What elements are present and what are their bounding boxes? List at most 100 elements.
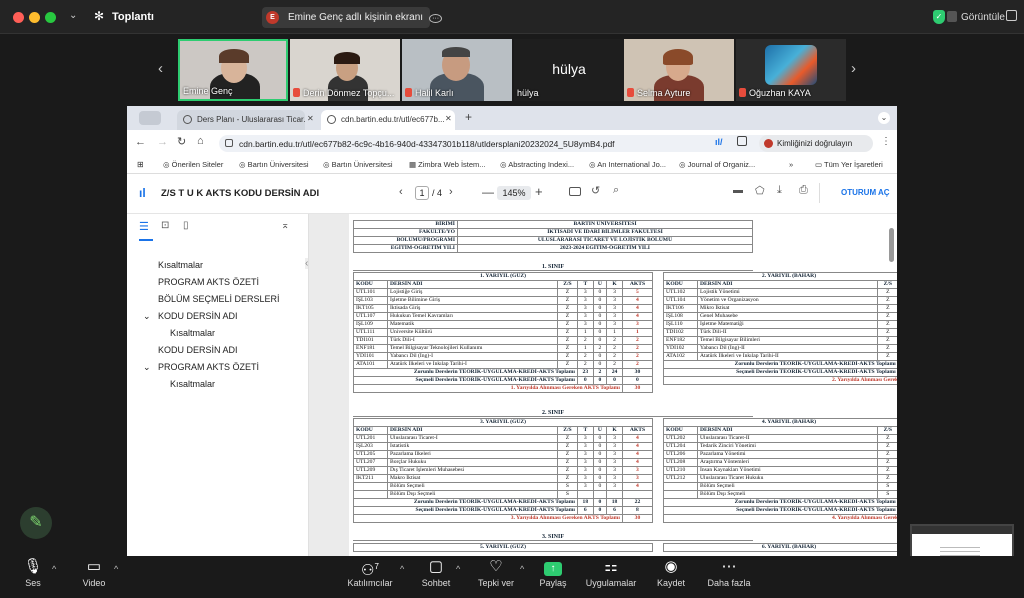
- share-screen-button[interactable]: ↑ Paylaş: [536, 556, 570, 598]
- fullscreen-icon[interactable]: [1006, 10, 1017, 21]
- home-icon[interactable]: ⌂: [197, 135, 204, 147]
- react-options-chevron-icon[interactable]: ^: [520, 564, 524, 574]
- column-header: Z/S: [557, 280, 578, 289]
- more-bookmarks[interactable]: »: [789, 160, 793, 169]
- chevron-down-icon[interactable]: ⌄: [69, 10, 77, 21]
- chevron-left-icon[interactable]: ‹: [158, 60, 163, 77]
- collapse-icon[interactable]: ⌅: [281, 220, 289, 231]
- tab-pdf[interactable]: cdn.bartin.edu.tr/utl/ec677b...: [321, 110, 455, 130]
- more-label: Daha fazla: [707, 578, 751, 588]
- outline-item[interactable]: PROGRAM AKTS ÖZETİ: [158, 277, 259, 287]
- print-icon[interactable]: ⎙: [799, 184, 808, 197]
- address-bar[interactable]: cdn.bartin.edu.tr/utl/ec677b82-6c9c-4b16…: [219, 135, 799, 152]
- prev-page-icon[interactable]: ‹: [399, 186, 403, 198]
- tab-search-icon[interactable]: [139, 111, 161, 125]
- outline-tab-icon[interactable]: ☰: [139, 220, 149, 233]
- extension-icon[interactable]: ıl/: [715, 137, 723, 147]
- attachments-tab-icon[interactable]: ▯: [183, 220, 189, 231]
- apps-button[interactable]: ⚏ Uygulamalar: [584, 556, 638, 598]
- chevron-down-icon[interactable]: ⌄: [878, 112, 890, 124]
- chevron-right-icon[interactable]: ›: [851, 60, 856, 77]
- participants-options-chevron-icon[interactable]: ^: [400, 564, 404, 574]
- zoom-level[interactable]: 145%: [497, 186, 531, 200]
- semester-table-right: 4. YARIYIL (BAHAR)KODUDERSİN ADIZ/STUTL2…: [663, 418, 897, 523]
- participant-tile-hulya[interactable]: hülya hülya: [514, 39, 624, 101]
- participant-tile-oguzhan[interactable]: Oğuzhan KAYA: [736, 39, 846, 101]
- bookmark-item[interactable]: ◎ Önerilen Siteler: [163, 160, 223, 169]
- participant-name: Derin Dönmez Topçu...: [303, 88, 395, 98]
- thumbnails-tab-icon[interactable]: ⊡: [161, 220, 169, 231]
- close-tab-icon[interactable]: ✕: [445, 114, 452, 123]
- search-icon[interactable]: ⌕: [613, 184, 619, 197]
- close-window-button[interactable]: [13, 12, 24, 23]
- puzzle-icon[interactable]: [737, 136, 747, 146]
- bookmark-item[interactable]: ◎ Bartın Üniversitesi: [239, 160, 309, 169]
- outline-expand-icon[interactable]: ⌄: [143, 362, 151, 373]
- participant-tile-halil[interactable]: Halil Karlı: [402, 39, 512, 101]
- rotate-icon[interactable]: ↺: [591, 184, 600, 197]
- tab-ders-plani[interactable]: Ders Planı - Uluslararası Ticar...: [177, 110, 305, 130]
- bookmark-item[interactable]: ▦ Zimbra Web İstem...: [409, 160, 486, 169]
- outline-item[interactable]: KODU DERSİN ADI: [158, 345, 238, 355]
- participant-tile-emine[interactable]: Emine Genç: [178, 39, 288, 101]
- react-button[interactable]: ♡ Tepki ver: [474, 556, 518, 598]
- sign-in-button[interactable]: OTURUM AÇ: [841, 188, 890, 197]
- all-bookmarks[interactable]: ▭ Tüm Yer İşaretleri: [815, 160, 883, 169]
- participants-button[interactable]: ⚇7 Katılımcılar: [344, 556, 396, 598]
- close-tab-icon[interactable]: ✕: [307, 114, 314, 123]
- bookmark-item[interactable]: ◎ An International Jo...: [589, 160, 666, 169]
- view-button[interactable]: Görüntüle: [961, 12, 1005, 23]
- minimize-window-button[interactable]: [29, 12, 40, 23]
- zoom-out-icon[interactable]: —: [482, 185, 494, 199]
- outline-item[interactable]: BÖLÜM SEÇMELİ DERSLERİ: [158, 294, 280, 304]
- chevron-left-icon[interactable]: ‹: [305, 258, 309, 269]
- annotate-pen-button[interactable]: ✎: [20, 507, 52, 539]
- audio-options-chevron-icon[interactable]: ^: [52, 564, 56, 574]
- outline-item[interactable]: PROGRAM AKTS ÖZETİ: [158, 362, 259, 372]
- column-header: DERSİN ADI: [387, 280, 558, 289]
- scrollbar-thumb[interactable]: [889, 228, 894, 262]
- page-number-input[interactable]: 1: [415, 186, 429, 200]
- shield-icon[interactable]: ✓: [933, 10, 945, 24]
- video-button[interactable]: ▭ Video: [78, 556, 110, 598]
- bookmark-item[interactable]: ◎ Abstracting Indexi...: [500, 160, 574, 169]
- next-page-icon[interactable]: ›: [449, 186, 453, 198]
- forward-icon[interactable]: →: [157, 136, 168, 148]
- fit-page-icon[interactable]: [569, 187, 581, 196]
- comment-icon[interactable]: ▬: [733, 185, 743, 196]
- zoom-in-icon[interactable]: +: [535, 184, 543, 199]
- back-icon[interactable]: ←: [135, 136, 146, 148]
- participant-tile-derin[interactable]: Derin Dönmez Topçu...: [290, 39, 400, 101]
- bookmark-item[interactable]: ◎ Journal of Organiz...: [679, 160, 755, 169]
- outline-item[interactable]: KODU DERSİN ADI: [158, 311, 238, 321]
- participant-tile-selma[interactable]: Selma Ayture: [624, 39, 734, 101]
- apps-grid-icon[interactable]: ⊞: [137, 160, 144, 169]
- chat-options-chevron-icon[interactable]: ^: [456, 564, 460, 574]
- new-tab-icon[interactable]: +: [465, 110, 472, 124]
- record-button[interactable]: ◉ Kaydet: [654, 556, 688, 598]
- participants-icon: ⚇7: [361, 562, 379, 579]
- pdf-viewer[interactable]: BİRİMİ BARTIN ÜNİVERSİTESİ FAKÜLTE/YO İKTİS…: [309, 214, 897, 556]
- outline-expand-icon[interactable]: ⌄: [143, 311, 151, 322]
- screen-share-indicator[interactable]: Emine Genç adlı kişinin ekranı ···: [262, 7, 443, 28]
- reload-icon[interactable]: ↻: [177, 135, 186, 148]
- outline-item[interactable]: Kısaltmalar: [170, 379, 215, 389]
- outline-item[interactable]: Kısaltmalar: [170, 328, 215, 338]
- video-options-chevron-icon[interactable]: ^: [114, 564, 118, 574]
- verify-identity-button[interactable]: Kimliğinizi doğrulayın: [759, 135, 873, 152]
- annotate-icon[interactable]: ⬠: [755, 184, 765, 197]
- header-value: ULUSLARARASI TİCARET VE LOJİSTİK BÖLÜMÜ: [457, 236, 753, 245]
- chat-button[interactable]: ▢ Sohbet: [418, 556, 454, 598]
- more-icon[interactable]: ···: [429, 14, 443, 23]
- download-icon[interactable]: ⤓: [777, 184, 782, 197]
- menu-icon[interactable]: ⋮: [881, 136, 891, 147]
- audio-button[interactable]: 🎙︎ Ses: [18, 556, 48, 598]
- bookmark-item[interactable]: ◎ Bartın Üniversitesi: [323, 160, 393, 169]
- zoom-controls: 🎙︎ Ses ^ ▭ Video ^ ⚇7 Katılımcılar ^ ▢ Sohbe…: [0, 556, 1024, 598]
- course-row: UTL101 Lojistiğe Giriş Z 3 0 3 5: [353, 288, 654, 297]
- site-info-icon[interactable]: [225, 139, 233, 147]
- apps-icon: ⚏: [604, 558, 618, 575]
- outline-item[interactable]: Kısaltmalar: [158, 260, 203, 270]
- zoom-window-button[interactable]: [45, 12, 56, 23]
- more-button[interactable]: ⋯ Daha fazla: [706, 556, 752, 598]
